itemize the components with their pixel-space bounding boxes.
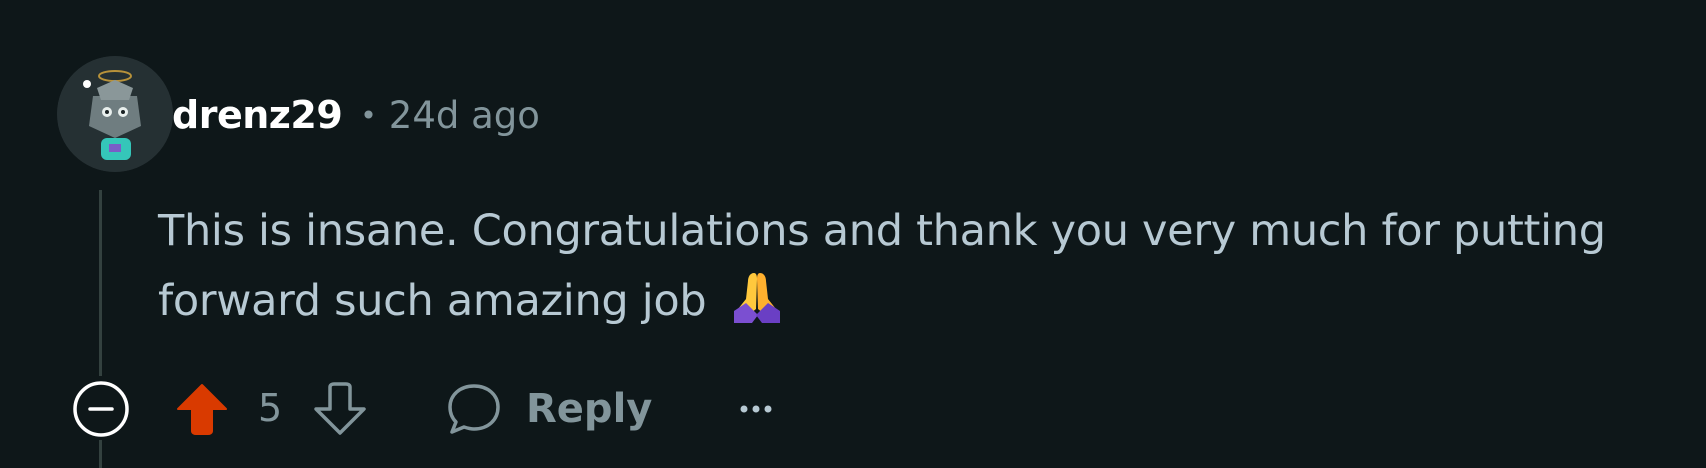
downvote-arrow-icon <box>314 382 366 435</box>
username[interactable]: drenz29 <box>172 93 343 137</box>
timestamp[interactable]: 24d ago <box>389 94 540 137</box>
ellipsis-icon <box>740 405 772 413</box>
reply-label: Reply <box>526 386 653 432</box>
vote-count: 5 <box>258 386 283 430</box>
downvote-button[interactable] <box>310 376 370 442</box>
avatar-image <box>57 56 173 172</box>
speech-bubble-icon <box>448 384 500 434</box>
thread-line-continuation[interactable] <box>99 440 102 468</box>
meta-separator: • <box>360 98 377 132</box>
thread-line[interactable] <box>99 190 102 376</box>
comment-actions: 5 Reply <box>0 376 1706 442</box>
folded-hands-emoji <box>730 269 784 325</box>
minus-circle-icon <box>73 381 129 437</box>
more-options-button[interactable] <box>736 384 776 434</box>
comment-text: This is insane. Congratulations and than… <box>158 206 1606 326</box>
comment-body: This is insane. Congratulations and than… <box>158 196 1678 336</box>
upvote-arrow-icon <box>177 384 227 435</box>
comment-meta: drenz29 • 24d ago <box>172 90 540 140</box>
avatar[interactable] <box>57 56 173 172</box>
comment: drenz29 • 24d ago This is insane. Congra… <box>0 0 1706 468</box>
upvote-button[interactable] <box>172 376 232 442</box>
reply-button[interactable]: Reply <box>446 376 652 442</box>
collapse-button[interactable] <box>71 379 131 439</box>
